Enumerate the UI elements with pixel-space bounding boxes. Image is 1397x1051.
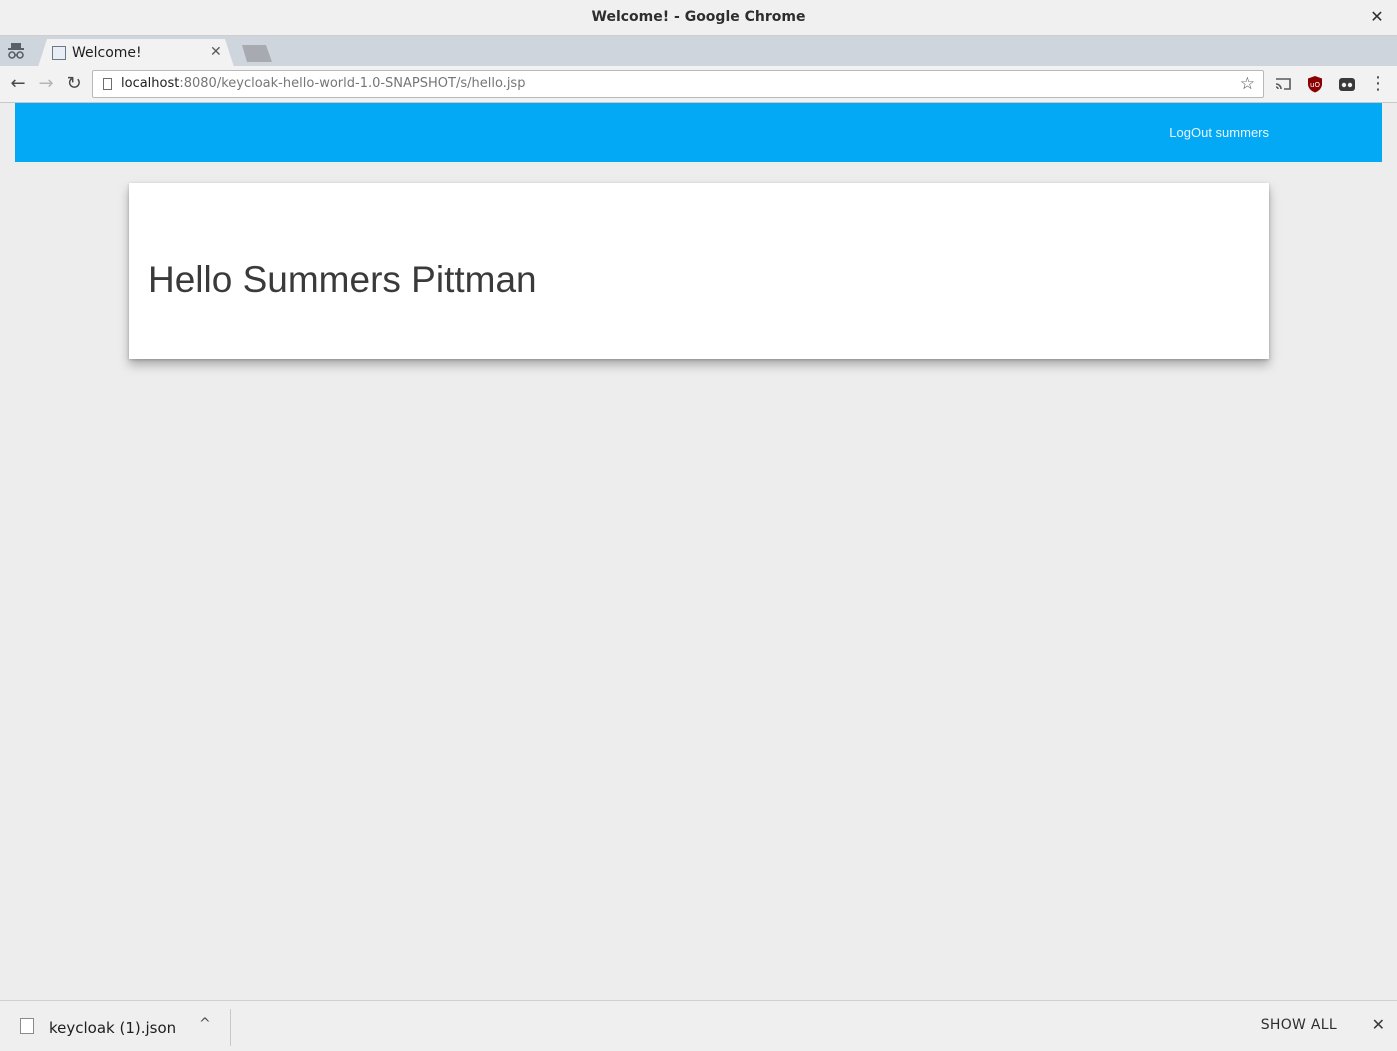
page-favicon-icon bbox=[52, 46, 66, 60]
forward-button[interactable]: → bbox=[36, 74, 56, 94]
window-title: Welcome! - Google Chrome bbox=[591, 9, 806, 25]
close-icon[interactable]: ✕ bbox=[1372, 1015, 1385, 1034]
file-icon bbox=[20, 1018, 34, 1034]
download-shelf: keycloak (1).json ^ SHOW ALL ✕ bbox=[0, 1000, 1397, 1051]
page-info-icon[interactable] bbox=[103, 78, 112, 90]
back-button[interactable]: ← bbox=[8, 74, 28, 94]
svg-text:uO: uO bbox=[1310, 81, 1320, 89]
cast-icon[interactable] bbox=[1273, 74, 1293, 94]
tab-welcome[interactable]: Welcome! ✕ bbox=[38, 39, 234, 67]
bookmark-star-icon[interactable]: ☆ bbox=[1240, 74, 1255, 94]
greeting-heading: Hello Summers Pittman bbox=[148, 259, 537, 300]
app-header-bar: LogOut summers bbox=[15, 103, 1382, 162]
chrome-menu-button[interactable]: ⋮ bbox=[1369, 74, 1387, 94]
tab-title: Welcome! bbox=[72, 45, 142, 61]
ublock-origin-icon[interactable]: uO bbox=[1305, 74, 1325, 94]
tab-strip: Welcome! ✕ bbox=[0, 36, 1397, 67]
incognito-icon bbox=[8, 43, 24, 59]
logout-link[interactable]: LogOut summers bbox=[1169, 125, 1269, 140]
new-tab-button[interactable] bbox=[242, 45, 272, 62]
incognito-extension-icon[interactable] bbox=[1337, 74, 1357, 94]
url-text[interactable]: localhost:8080/keycloak-hello-world-1.0-… bbox=[121, 76, 525, 91]
reload-button[interactable]: ↻ bbox=[64, 74, 84, 94]
window-close-button[interactable]: ✕ bbox=[1367, 7, 1387, 27]
page-viewport: LogOut summers Hello Summers Pittman bbox=[0, 103, 1397, 1000]
shelf-divider bbox=[230, 1009, 231, 1046]
address-bar[interactable]: localhost:8080/keycloak-hello-world-1.0-… bbox=[92, 70, 1264, 98]
url-path: :8080/keycloak-hello-world-1.0-SNAPSHOT/… bbox=[179, 76, 526, 91]
greeting-card: Hello Summers Pittman bbox=[129, 183, 1269, 359]
window-titlebar: Welcome! - Google Chrome ✕ bbox=[0, 0, 1397, 36]
chevron-up-icon[interactable]: ^ bbox=[199, 1016, 211, 1032]
browser-toolbar: ← → ↻ localhost:8080/keycloak-hello-worl… bbox=[0, 66, 1397, 103]
show-all-button[interactable]: SHOW ALL bbox=[1261, 1017, 1337, 1033]
url-host: localhost bbox=[121, 76, 180, 91]
download-item-name[interactable]: keycloak (1).json bbox=[49, 1019, 176, 1037]
tab-close-button[interactable]: ✕ bbox=[210, 44, 222, 60]
